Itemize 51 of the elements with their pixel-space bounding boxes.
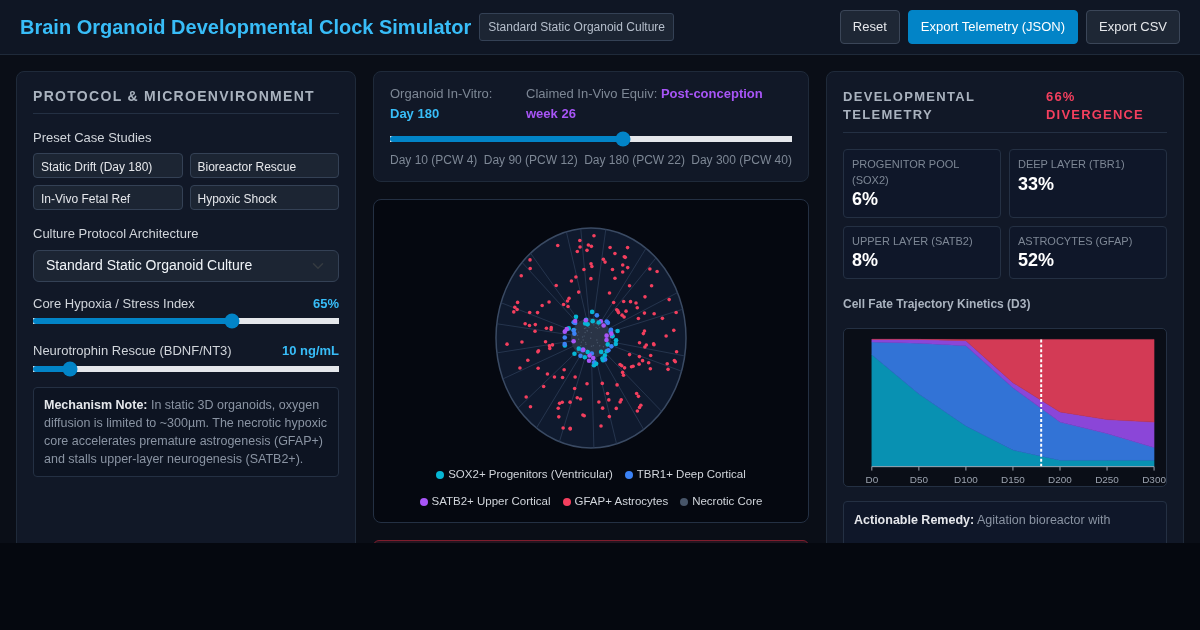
protocol-tag: Standard Static Organoid Culture: [479, 13, 674, 41]
metric-value: 33%: [1018, 172, 1056, 196]
slider-label: Core Hypoxia / Stress Index: [33, 294, 195, 313]
axis-label: D150: [1001, 473, 1025, 485]
protocol-select[interactable]: Standard Static Organoid Culture: [33, 249, 339, 282]
mechanism-note: Mechanism Note: In static 3D organoids, oxygen diffusion is limited to ~300µm. The necrotic hypoxic core accelerates premature astrogenesis (GFAP+) and stalls upper-layer neurogenesis (SATB2+).: [33, 386, 339, 478]
metric-label: ASTROCYTES (GFAP): [1018, 233, 1134, 249]
slider-reading: 10 ng/mL: [281, 342, 339, 361]
timeline-tick: Day 90 (PCW 12): [483, 152, 578, 169]
remedy-note: Actionable Remedy: Agitation bioreactor with: [843, 500, 1167, 543]
slider-thumb[interactable]: [62, 361, 78, 377]
divergence-reading: 66% DIVERGENCE: [1046, 88, 1145, 125]
slider-thumb[interactable]: [615, 131, 631, 147]
in-vivo-equivalent: Claimed In-Vivo Equiv: Post-conception week 26: [526, 85, 764, 123]
section-label: Preset Case Studies: [33, 128, 153, 147]
legend-label: SOX2+ Progenitors (Ventricular): [448, 467, 613, 482]
chart-title: Cell Fate Trajectory Kinetics (D3): [843, 295, 1032, 313]
panel-title: DEVELOPMENTAL TELEMETRY: [843, 88, 976, 125]
timeline-tick: Day 300 (PCW 40): [691, 152, 792, 169]
legend-label: TBR1+ Deep Cortical: [636, 467, 746, 482]
timeline-tick: Day 10 (PCW 4): [390, 152, 478, 169]
header-button[interactable]: Export CSV: [1086, 10, 1180, 44]
axis-label: D50: [909, 473, 928, 485]
slider-label: Neurotrophin Rescue (BDNF/NT3): [33, 342, 232, 361]
in-vitro-age: Organoid In-Vitro: Day 180: [390, 85, 494, 123]
panel-title: PROTOCOL & MICROENVIRONMENT: [33, 88, 339, 114]
axis-label: D0: [865, 473, 879, 485]
metric-label: PROGENITOR POOL (SOX2): [852, 157, 960, 188]
axis-label: D200: [1048, 473, 1072, 485]
axis-label: D100: [954, 473, 978, 485]
metric-value: 8%: [852, 249, 879, 272]
header-button[interactable]: Reset: [839, 10, 900, 44]
preset-button[interactable]: In-Vivo Fetal Ref: [33, 185, 183, 211]
preset-button[interactable]: Hypoxic Shock: [189, 185, 339, 211]
app-title: Brain Organoid Developmental Clock Simulator: [20, 15, 472, 39]
metric-value: 52%: [1018, 249, 1056, 272]
timeline-tick: Day 180 (PCW 22): [584, 152, 685, 169]
preset-button[interactable]: Bioreactor Rescue: [189, 153, 339, 179]
legend-label: SATB2+ Upper Cortical: [431, 494, 551, 510]
preset-button[interactable]: Static Drift (Day 180): [33, 153, 183, 179]
slider-thumb[interactable]: [224, 313, 240, 329]
header-button[interactable]: Export Telemetry (JSON): [907, 10, 1079, 44]
axis-label: D250: [1095, 473, 1119, 485]
section-label: Culture Protocol Architecture: [33, 225, 200, 244]
metric-label: UPPER LAYER (SATB2): [852, 233, 974, 249]
legend-label: Necrotic Core: [692, 494, 763, 510]
slider-reading: 65%: [312, 294, 339, 313]
metric-value: 6%: [852, 188, 879, 211]
axis-label: D300: [1142, 473, 1166, 485]
legend-label: GFAP+ Astrocytes: [574, 494, 669, 510]
metric-label: DEEP LAYER (TBR1): [1018, 157, 1126, 173]
